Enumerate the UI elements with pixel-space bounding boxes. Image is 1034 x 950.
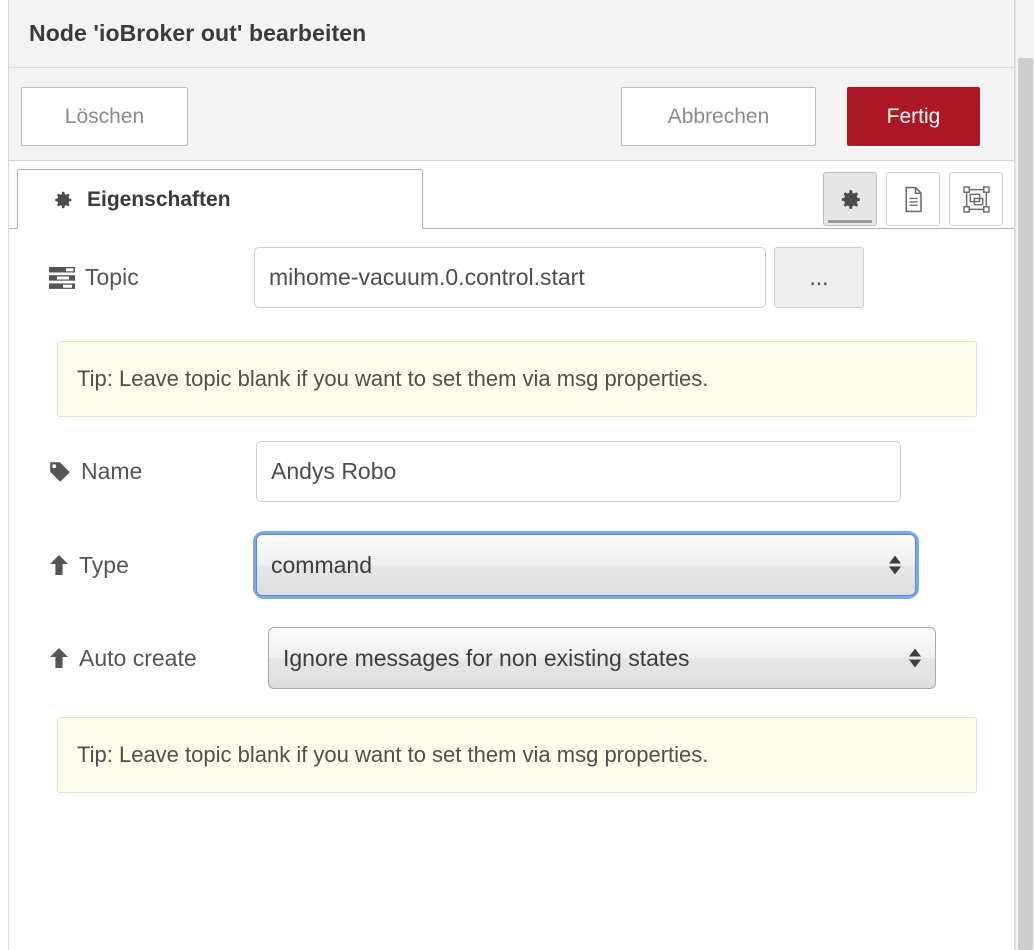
tab-eigenschaften[interactable]: Eigenschaften [17, 169, 423, 229]
appearance-icon [962, 185, 990, 213]
dialog-button-bar: Löschen Abbrechen Fertig [9, 68, 1014, 161]
name-label: Name [49, 458, 256, 485]
topic-browse-button[interactable]: ... [774, 247, 864, 308]
name-input[interactable] [256, 441, 901, 502]
document-icon [901, 186, 926, 213]
cancel-button[interactable]: Abbrechen [621, 87, 816, 146]
tab-strip: Eigenschaften [9, 161, 1014, 229]
tab-tool-buttons [823, 172, 1003, 226]
bottom-tip-box: Tip: Leave topic blank if you want to se… [57, 717, 977, 793]
type-row: Type command [49, 534, 916, 596]
node-edit-dialog: Node 'ioBroker out' bearbeiten Löschen A… [8, 0, 1015, 950]
appearance-tool-button[interactable] [949, 172, 1003, 226]
type-select[interactable]: command [256, 534, 916, 596]
done-button[interactable]: Fertig [847, 87, 980, 146]
topic-input[interactable] [254, 247, 766, 308]
autocreate-select-value: Ignore messages for non existing states [268, 627, 936, 689]
gear-icon [838, 187, 863, 212]
autocreate-label: Auto create [49, 645, 256, 672]
autocreate-select[interactable]: Ignore messages for non existing states [268, 627, 936, 689]
autocreate-label-text: Auto create [79, 644, 197, 671]
type-label: Type [49, 552, 256, 579]
type-select-value: command [256, 534, 916, 596]
type-label-text: Type [79, 551, 129, 578]
autocreate-row: Auto create Ignore messages for non exis… [49, 627, 936, 689]
description-tool-button[interactable] [886, 172, 940, 226]
topic-label-text: Topic [85, 264, 139, 290]
name-row: Name [49, 441, 901, 502]
gear-icon [52, 189, 74, 211]
name-label-text: Name [81, 458, 143, 484]
topic-label: Topic [49, 264, 254, 291]
tasks-icon [49, 266, 75, 289]
vertical-scrollbar[interactable] [1015, 0, 1034, 950]
dialog-title: Node 'ioBroker out' bearbeiten [29, 20, 367, 46]
topic-row: Topic ... [49, 247, 864, 308]
arrow-up-icon [49, 647, 69, 669]
properties-tool-button[interactable] [823, 172, 877, 226]
scrollbar-thumb[interactable] [1018, 58, 1033, 950]
topic-tip-box: Tip: Leave topic blank if you want to se… [57, 341, 977, 417]
tab-label: Eigenschaften [87, 187, 231, 211]
tag-icon [49, 461, 71, 483]
delete-button[interactable]: Löschen [21, 87, 188, 146]
form-body: Topic ... Tip: Leave topic blank if you … [9, 229, 1014, 949]
screen: Node 'ioBroker out' bearbeiten Löschen A… [0, 0, 1034, 950]
arrow-up-icon [49, 554, 69, 576]
dialog-titlebar: Node 'ioBroker out' bearbeiten [9, 0, 1014, 68]
